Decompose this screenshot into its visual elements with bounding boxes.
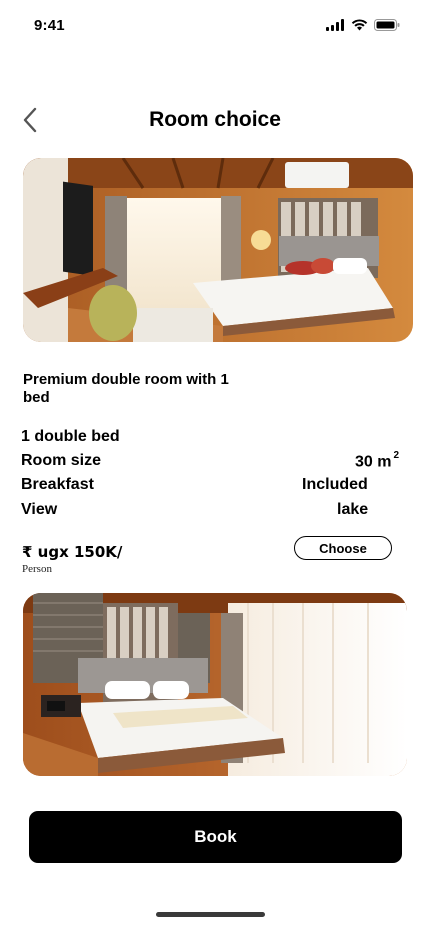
room-size-number: 30 m: [355, 453, 392, 471]
cellular-signal-icon: [326, 19, 344, 31]
breakfast-value: Included: [302, 476, 368, 493]
room-size-unit-superscript: 2: [393, 450, 400, 461]
status-icons: [326, 19, 400, 31]
room-photo-secondary[interactable]: [23, 593, 407, 776]
view-value: lake: [337, 501, 369, 518]
navigation-header: Room choice: [0, 100, 430, 140]
price-unit: Person: [22, 563, 52, 575]
room-size-label: Room size: [21, 452, 102, 469]
breakfast-label: Breakfast: [21, 476, 94, 493]
room-photo-illustration: [23, 593, 407, 776]
status-time: 9:41: [34, 17, 65, 34]
room-price: ₹ ugx 150K/: [22, 543, 123, 561]
room-photo-illustration: [23, 158, 413, 342]
book-button[interactable]: Book: [29, 811, 402, 863]
room-name: Premium double room with 1 bed: [23, 371, 229, 406]
room-photo-primary[interactable]: [23, 158, 413, 342]
choose-button[interactable]: Choose: [294, 536, 392, 560]
page-title: Room choice: [149, 108, 281, 131]
home-indicator[interactable]: [156, 912, 265, 917]
wifi-icon: [351, 19, 368, 31]
bed-info: 1 double bed: [21, 428, 120, 445]
room-size-value: 30 m2: [355, 450, 400, 471]
view-label: View: [21, 501, 58, 518]
status-bar: 9:41: [0, 0, 430, 50]
battery-icon: [374, 19, 400, 31]
